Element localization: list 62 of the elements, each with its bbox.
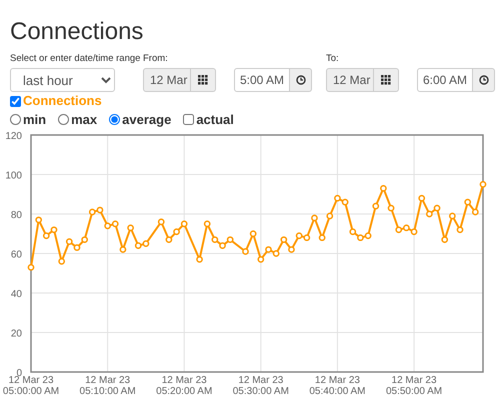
- data-point: [280, 236, 288, 243]
- data-point: [372, 202, 380, 209]
- data-point: [288, 246, 295, 252]
- checkbox[interactable]: [183, 114, 194, 125]
- mode-option[interactable]: max: [56, 112, 98, 128]
- calendar-icon: [198, 75, 208, 85]
- x-axis-label: 12 Mar 23 05:00:00 AM: [2, 374, 60, 396]
- series-checkbox[interactable]: [10, 96, 21, 106]
- data-point: [28, 263, 34, 270]
- data-point: [318, 234, 326, 241]
- x-axis-label: 12 Mar 23 05:30:00 AM: [232, 374, 289, 396]
- clock-icon: [478, 75, 488, 85]
- data-point: [464, 198, 472, 205]
- data-point: [120, 246, 126, 252]
- clock-button[interactable]: [473, 68, 495, 92]
- radio-button[interactable]: [109, 114, 120, 125]
- data-point: [58, 258, 65, 264]
- radio-button[interactable]: [10, 114, 21, 125]
- radio-button[interactable]: [58, 114, 70, 125]
- y-axis-label: 40: [10, 288, 22, 300]
- y-axis-label: 60: [10, 249, 22, 260]
- data-point: [380, 184, 387, 192]
- calendar-icon: [381, 75, 391, 85]
- calendar-button[interactable]: [374, 68, 399, 92]
- y-axis-label: 100: [5, 170, 22, 181]
- data-point: [158, 218, 165, 225]
- data-point: [480, 180, 486, 188]
- y-axis-label: 20: [10, 328, 22, 339]
- data-point: [418, 194, 426, 202]
- clock-icon: [296, 75, 306, 85]
- y-axis-label: 80: [10, 210, 22, 220]
- data-point: [441, 236, 448, 243]
- data-point: [311, 214, 318, 221]
- x-axis-label: 12 Mar 23 05:40:00 AM: [309, 374, 366, 396]
- data-point: [204, 220, 211, 227]
- field-label: From:: [143, 52, 169, 65]
- x-axis-label: 12 Mar 23 05:10:00 AM: [80, 374, 136, 396]
- page-title: Connections: [10, 18, 144, 46]
- data-point: [326, 212, 334, 219]
- mode-option[interactable]: actual: [181, 112, 234, 128]
- data-point: [242, 248, 249, 254]
- data-point: [449, 212, 456, 219]
- data-point: [456, 226, 464, 233]
- field-label: Select or enter date/time range: [10, 52, 142, 65]
- data-point: [257, 256, 264, 262]
- data-point: [472, 208, 479, 215]
- field-label: To:: [326, 52, 340, 65]
- mode-option[interactable]: average: [107, 112, 172, 128]
- x-axis-label: 12 Mar 23 05:50:00 AM: [386, 374, 442, 396]
- data-point: [35, 216, 42, 223]
- data-point: [127, 224, 134, 231]
- x-axis-label: 12 Mar 23 05:20:00 AM: [156, 374, 212, 396]
- calendar-button[interactable]: [191, 68, 216, 92]
- time-field[interactable]: 5:00 AM: [234, 68, 290, 92]
- clock-button[interactable]: [290, 68, 312, 92]
- range-dropdown[interactable]: last hour: [10, 68, 115, 92]
- mode-option[interactable]: min: [8, 112, 46, 128]
- y-axis-label: 120: [5, 130, 22, 142]
- data-point: [196, 256, 203, 262]
- data-point: [250, 230, 257, 237]
- data-point: [388, 204, 394, 211]
- time-field[interactable]: 6:00 AM: [417, 68, 473, 92]
